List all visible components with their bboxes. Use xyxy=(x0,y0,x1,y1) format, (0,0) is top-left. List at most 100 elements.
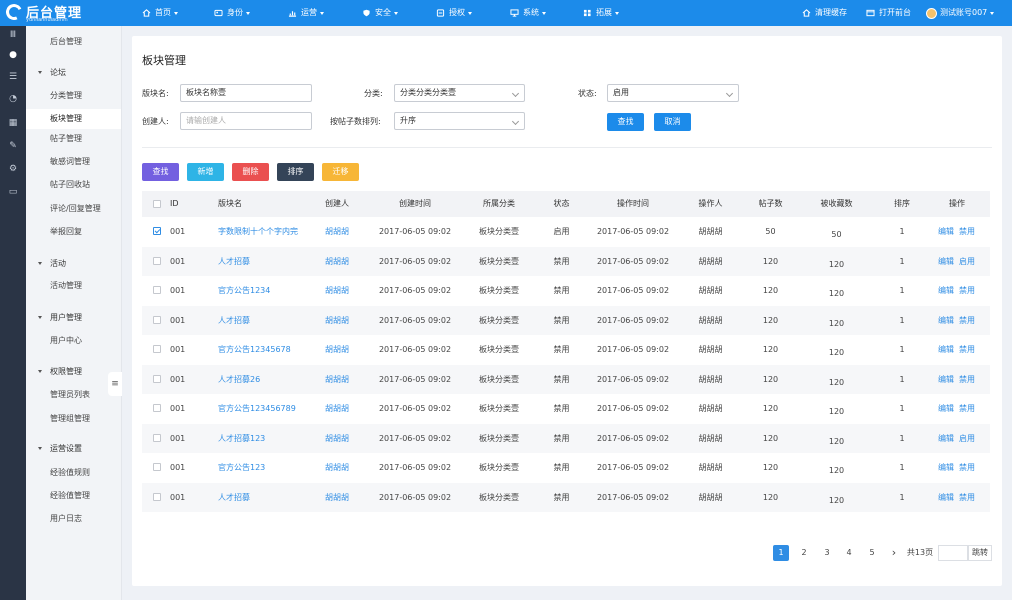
sidebar-item-post-recycle[interactable]: 帖子回收站 xyxy=(26,175,121,195)
column-header[interactable]: 帖子数 xyxy=(748,191,793,217)
column-header[interactable]: 操作时间 xyxy=(593,191,673,217)
edit-link[interactable]: 编辑 xyxy=(937,335,955,365)
topnav-operations[interactable]: 运营 xyxy=(288,0,324,26)
column-header[interactable]: 排序 xyxy=(882,191,922,217)
cell-creator[interactable]: 胡胡胡 xyxy=(312,276,362,306)
cell-creator[interactable]: 胡胡胡 xyxy=(312,247,362,277)
cell-name[interactable]: 人才招募 xyxy=(218,247,308,277)
table-row[interactable]: 001 官方公告123456789 胡胡胡 2017-06-05 09:02 板块分类壹… xyxy=(142,394,990,424)
table-row[interactable]: 001 官方公告12345678 胡胡胡 2017-06-05 09:02 板块分类壹禁… xyxy=(142,335,990,365)
category-select[interactable]: 分类分类分类壹 xyxy=(394,84,525,102)
cell-name[interactable]: 官方公告1234 xyxy=(218,276,308,306)
row-checkbox[interactable] xyxy=(153,492,161,501)
sidebar-item-admin-groups[interactable]: 管理组管理 xyxy=(26,409,121,429)
clear-cache-button[interactable]: 清理缓存 xyxy=(802,0,847,26)
migrate-button[interactable]: 迁移 xyxy=(322,163,359,181)
cancel-button[interactable]: 取消 xyxy=(654,113,691,131)
toggle-status-link[interactable]: 禁用 xyxy=(958,394,976,424)
forum-icon[interactable]: ● xyxy=(7,50,19,60)
sidebar-item-user-log[interactable]: 用户日志 xyxy=(26,509,121,529)
sidebar-item-comments[interactable]: 评论/回复管理 xyxy=(26,199,121,219)
sidebar-item-admin-home[interactable]: 后台管理 xyxy=(26,32,121,52)
sidebar-item-exp-rules[interactable]: 经验值规则 xyxy=(26,463,121,483)
next-page-button[interactable]: › xyxy=(886,545,902,561)
topnav-system[interactable]: 系统 xyxy=(510,0,546,26)
row-checkbox[interactable] xyxy=(153,463,161,471)
settings-icon[interactable]: ⚙ xyxy=(7,164,19,174)
creator-input[interactable]: 请输创建人 xyxy=(180,112,312,130)
sidebar-item-user-center[interactable]: 用户中心 xyxy=(26,331,121,351)
list-icon[interactable]: ☰ xyxy=(7,72,19,82)
cell-creator[interactable]: 胡胡胡 xyxy=(312,335,362,365)
edit-link[interactable]: 编辑 xyxy=(937,453,955,483)
toggle-status-link[interactable]: 禁用 xyxy=(958,483,976,513)
brand-logo[interactable]: 后台管理 yunlianhuiadmin xyxy=(3,1,106,23)
column-header[interactable]: 所属分类 xyxy=(469,191,529,217)
table-row[interactable]: 001 字数限制十个个字内完 胡胡胡 2017-06-05 09:02 板块分类壹 启用 2… xyxy=(142,217,990,247)
message-icon[interactable]: ▭ xyxy=(7,187,19,197)
edit-link[interactable]: 编辑 xyxy=(937,483,955,513)
grid-icon[interactable]: ▦ xyxy=(7,118,19,128)
page-jump-input[interactable] xyxy=(938,545,968,561)
cell-name[interactable]: 人才招募 xyxy=(218,306,308,336)
column-header[interactable]: 版块名 xyxy=(218,191,278,217)
delete-button[interactable]: 删除 xyxy=(232,163,269,181)
cell-creator[interactable]: 胡胡胡 xyxy=(312,483,362,513)
cell-name[interactable]: 官方公告12345678 xyxy=(218,335,308,365)
edit-link[interactable]: 编辑 xyxy=(937,394,955,424)
toggle-status-link[interactable]: 启用 xyxy=(958,424,976,454)
sidebar-group-users[interactable]: 用户管理 xyxy=(26,309,122,327)
page-button-1[interactable]: 1 xyxy=(773,545,789,561)
page-button-2[interactable]: 2 xyxy=(796,545,812,561)
topnav-extensions[interactable]: 拓展 xyxy=(583,0,619,26)
cell-creator[interactable]: 胡胡胡 xyxy=(312,453,362,483)
table-row[interactable]: 001 人才招募 胡胡胡 2017-06-05 09:02 板块分类壹 禁用 2017-06… xyxy=(142,246,990,277)
table-row[interactable]: 001 人才招募 胡胡胡 2017-06-05 09:02 板块分类壹 禁用 2017-06… xyxy=(142,482,990,513)
page-button-5[interactable]: 5 xyxy=(864,545,880,561)
sidebar-group-activity[interactable]: 活动 xyxy=(26,255,122,273)
table-row[interactable]: 001 人才招募26 胡胡胡 2017-06-05 09:02 板块分类壹 禁用 2017-… xyxy=(142,364,990,395)
topnav-identity[interactable]: 身份 xyxy=(214,0,250,26)
sidebar-item-sensitive-words[interactable]: 敏感词管理 xyxy=(26,152,121,172)
cell-name[interactable]: 人才招募123 xyxy=(218,424,308,454)
topnav-home[interactable]: 首页 xyxy=(142,0,178,26)
sidebar-item-admin-list[interactable]: 管理员列表 xyxy=(26,385,121,405)
table-row[interactable]: 001 官方公告123 胡胡胡 2017-06-05 09:02 板块分类壹 禁用 2017… xyxy=(142,453,990,483)
sidebar-collapse-button[interactable]: ≡ xyxy=(108,372,122,396)
cell-creator[interactable]: 胡胡胡 xyxy=(312,306,362,336)
row-checkbox[interactable] xyxy=(153,256,161,265)
sidebar-item-reports[interactable]: 举报回复 xyxy=(26,222,121,242)
pie-chart-icon[interactable]: ◔ xyxy=(7,94,19,104)
cell-creator[interactable]: 胡胡胡 xyxy=(312,217,362,247)
row-checkbox[interactable] xyxy=(153,433,161,442)
edit-link[interactable]: 编辑 xyxy=(937,365,955,395)
edit-link[interactable]: 编辑 xyxy=(937,247,955,277)
sidebar-group-forum[interactable]: 论坛 xyxy=(26,64,122,82)
edit-link[interactable]: 编辑 xyxy=(937,276,955,306)
toggle-status-link[interactable]: 禁用 xyxy=(958,335,976,365)
board-name-input[interactable]: 板块名称壹 xyxy=(180,84,312,102)
row-checkbox[interactable] xyxy=(153,227,161,235)
sidebar-item-exp-manage[interactable]: 经验值管理 xyxy=(26,486,121,506)
page-button-4[interactable]: 4 xyxy=(841,545,857,561)
column-header[interactable]: 创建人 xyxy=(312,191,362,217)
cell-name[interactable]: 字数限制十个个字内完 xyxy=(218,217,308,247)
column-header[interactable]: 被收藏数 xyxy=(804,191,869,217)
toggle-status-link[interactable]: 禁用 xyxy=(958,365,976,395)
cell-name[interactable]: 官方公告123456789 xyxy=(218,394,308,424)
jump-button[interactable]: 跳转 xyxy=(968,545,992,561)
cell-name[interactable]: 人才招募 xyxy=(218,483,308,513)
topnav-authorization[interactable]: 授权 xyxy=(436,0,472,26)
open-frontend-button[interactable]: 打开前台 xyxy=(866,0,911,26)
sidebar-item-posts[interactable]: 帖子管理 xyxy=(26,129,121,149)
edit-icon[interactable]: ✎ xyxy=(7,141,19,151)
toggle-status-link[interactable]: 禁用 xyxy=(958,217,976,247)
table-row[interactable]: 001 人才招募 胡胡胡 2017-06-05 09:02 板块分类壹 禁用 2017-06… xyxy=(142,305,990,336)
topnav-security[interactable]: 安全 xyxy=(362,0,398,26)
toggle-status-link[interactable]: 启用 xyxy=(958,247,976,277)
sidebar-group-operations[interactable]: 运营设置 xyxy=(26,440,122,458)
sidebar-item-board[interactable]: 板块管理 xyxy=(26,109,121,129)
row-checkbox[interactable] xyxy=(153,286,161,294)
cell-name[interactable]: 人才招募26 xyxy=(218,365,308,395)
account-menu[interactable]: 测试账号007 xyxy=(926,0,995,26)
